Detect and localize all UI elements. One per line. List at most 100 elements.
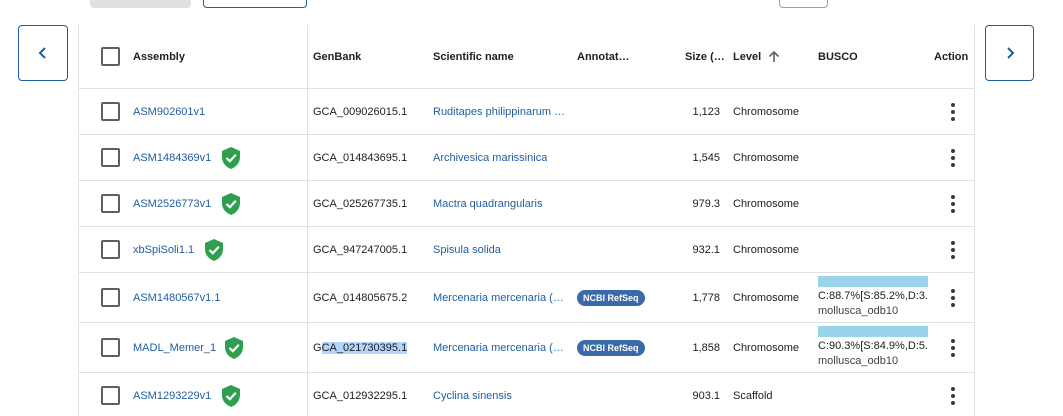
table-row: ASM1484369v1 GCA_014843695.1 Archivesica…	[79, 135, 974, 181]
header-action: Action	[934, 50, 969, 63]
ncbi-refseq-badge: NCBI RefSeq	[577, 339, 645, 356]
assembly-link[interactable]: MADL_Memer_1	[133, 323, 216, 372]
toolbar-button-3[interactable]	[779, 0, 828, 8]
row-checkbox[interactable]	[101, 194, 120, 213]
assembly-link[interactable]: ASM1484369v1	[133, 135, 211, 180]
row-checkbox[interactable]	[101, 288, 120, 307]
header-assembly[interactable]: Assembly	[133, 25, 185, 88]
header-busco[interactable]: BUSCO	[818, 25, 858, 88]
header-level-label: Level	[733, 50, 762, 63]
shield-check-icon	[222, 193, 240, 215]
genbank-accession: GCA_947247005.1	[313, 243, 408, 256]
column-divider	[307, 227, 308, 272]
assembly-link[interactable]: xbSpiSoli1.1	[133, 227, 194, 272]
level-value: Chromosome	[733, 151, 800, 164]
assembly-link[interactable]: ASM1293229v1	[133, 373, 211, 416]
size-value: 1,778	[692, 291, 720, 304]
header-genbank[interactable]: GenBank	[313, 25, 361, 88]
shield-check-icon	[205, 239, 223, 261]
genbank-accession: GCA_014843695.1	[313, 151, 408, 164]
genbank-accession: GCA_012932295.1	[313, 389, 408, 402]
toolbar-button-1[interactable]	[90, 0, 191, 8]
column-divider	[307, 273, 308, 322]
genbank-accession: GCA_009026015.1	[313, 105, 408, 118]
more-vert-icon[interactable]	[943, 339, 963, 357]
assembly-link[interactable]: ASM902601v1	[133, 89, 205, 134]
genbank-selected-text: CA_021730395.1	[321, 341, 408, 354]
genbank-accession: G CA_021730395.1	[313, 323, 408, 372]
assemblies-table: Assembly GenBank Scientific name Annotat…	[78, 25, 975, 416]
column-divider	[307, 373, 308, 416]
table-row: ASM902601v1 GCA_009026015.1 Ruditapes ph…	[79, 89, 974, 135]
column-divider	[307, 135, 308, 180]
assembly-link[interactable]: ASM1480567v1.1	[133, 273, 220, 322]
scientific-name-link[interactable]: Mercenaria mercenaria (…	[433, 273, 565, 322]
column-divider	[307, 25, 308, 88]
ncbi-refseq-badge: NCBI RefSeq	[577, 289, 645, 306]
header-level[interactable]: Level	[733, 25, 781, 88]
busco-summary: C:90.3%[S:84.9%,D:5.5	[818, 340, 928, 352]
table-header-row: Assembly GenBank Scientific name Annotat…	[79, 25, 974, 89]
level-value: Chromosome	[733, 197, 800, 210]
header-annotation[interactable]: Annotat…	[577, 25, 630, 88]
scientific-name-link[interactable]: Spisula solida	[433, 227, 501, 272]
level-value: Chromosome	[733, 105, 800, 118]
table-row: ASM2526773v1 GCA_025267735.1 Mactra quad…	[79, 181, 974, 227]
level-value: Chromosome	[733, 243, 800, 256]
size-value: 932.1	[692, 243, 720, 256]
more-vert-icon[interactable]	[943, 149, 963, 167]
previous-page-button[interactable]	[18, 25, 68, 81]
size-value: 903.1	[692, 389, 720, 402]
shield-check-icon	[225, 337, 243, 359]
row-checkbox[interactable]	[101, 338, 120, 357]
header-size[interactable]: Size (…	[685, 25, 725, 88]
assembly-link[interactable]: ASM2526773v1	[133, 181, 211, 226]
column-divider	[307, 323, 308, 372]
chevron-left-icon	[38, 47, 46, 59]
row-checkbox[interactable]	[101, 102, 120, 121]
table-row: xbSpiSoli1.1 GCA_947247005.1 Spisula sol…	[79, 227, 974, 273]
column-divider	[307, 181, 308, 226]
genbank-prefix: G	[313, 341, 322, 354]
more-vert-icon[interactable]	[943, 241, 963, 259]
scientific-name-link[interactable]: Mercenaria mercenaria (…	[433, 323, 565, 372]
annotation-cell: NCBI RefSeq	[577, 273, 645, 322]
level-value: Scaffold	[733, 389, 773, 402]
scientific-name-link[interactable]: Mactra quadrangularis	[433, 181, 542, 226]
size-value: 1,545	[692, 151, 720, 164]
size-value: 1,858	[692, 341, 720, 354]
scientific-name-link[interactable]: Cyclina sinensis	[433, 373, 512, 416]
scientific-name-link[interactable]: Archivesica marissinica	[433, 135, 547, 180]
toolbar-button-2[interactable]	[203, 0, 307, 8]
next-page-button[interactable]	[985, 25, 1034, 81]
table-row: ASM1480567v1.1 GCA_014805675.2 Mercenari…	[79, 273, 974, 323]
annotation-cell: NCBI RefSeq	[577, 323, 645, 372]
shield-check-icon	[222, 385, 240, 407]
more-vert-icon[interactable]	[943, 195, 963, 213]
select-all-checkbox[interactable]	[101, 47, 120, 66]
chevron-right-icon	[1006, 47, 1014, 59]
level-value: Chromosome	[733, 341, 800, 354]
row-checkbox[interactable]	[101, 148, 120, 167]
busco-bar	[818, 326, 928, 337]
table-row: ASM1293229v1 GCA_012932295.1 Cyclina sin…	[79, 373, 974, 416]
busco-summary: C:88.7%[S:85.2%,D:3.5	[818, 290, 928, 302]
table-row: MADL_Memer_1 G CA_021730395.1 Mercenaria …	[79, 323, 974, 373]
arrow-up-icon	[769, 50, 780, 62]
shield-check-icon	[222, 147, 240, 169]
genbank-accession: GCA_025267735.1	[313, 197, 408, 210]
column-divider	[307, 89, 308, 134]
size-value: 1,123	[692, 105, 720, 118]
size-value: 979.3	[692, 197, 720, 210]
busco-lineage: mollusca_odb10	[818, 355, 899, 367]
more-vert-icon[interactable]	[943, 387, 963, 405]
row-checkbox[interactable]	[101, 240, 120, 259]
busco-lineage: mollusca_odb10	[818, 305, 899, 317]
more-vert-icon[interactable]	[943, 103, 963, 121]
header-scientific-name[interactable]: Scientific name	[433, 25, 514, 88]
more-vert-icon[interactable]	[943, 289, 963, 307]
row-checkbox[interactable]	[101, 386, 120, 405]
scientific-name-link[interactable]: Ruditapes philippinarum …	[433, 89, 568, 134]
genbank-accession: GCA_014805675.2	[313, 291, 408, 304]
busco-bar	[818, 276, 928, 287]
